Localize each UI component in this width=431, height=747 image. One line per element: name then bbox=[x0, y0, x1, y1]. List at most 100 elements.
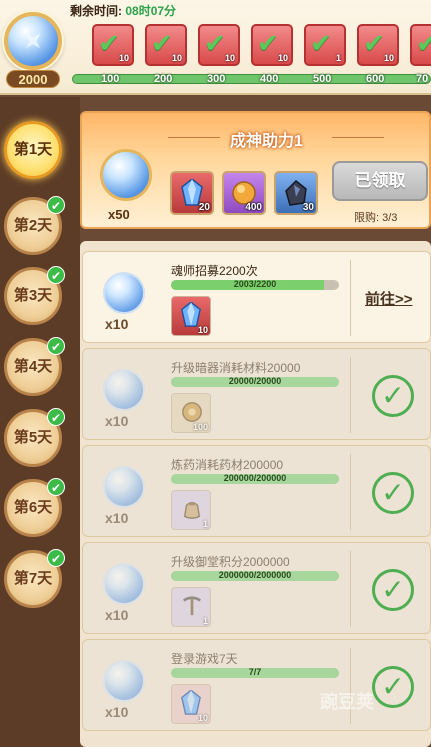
task-progress-bar: 200000/200000 bbox=[171, 474, 339, 484]
progress-text: 20000/20000 bbox=[228, 377, 282, 386]
milestone-bar: 剩余时间: 08时07分 2000 ✔ 10 ✔ 10 ✔ 10 ✔ 10 ✔ … bbox=[0, 0, 431, 95]
milestone-reward-1[interactable]: ✔ 10 bbox=[92, 24, 134, 66]
milestone-count: 10 bbox=[118, 53, 129, 63]
reward-multiplier: x10 bbox=[105, 704, 129, 720]
day-label: 第5天 bbox=[13, 429, 53, 446]
reward-dark-ore[interactable]: 30 bbox=[274, 171, 318, 215]
milestone-reward-4[interactable]: ✔ 10 bbox=[251, 24, 293, 66]
herb-pouch-icon bbox=[183, 501, 201, 519]
day-label: 第6天 bbox=[13, 499, 53, 516]
milestone-reward-2[interactable]: ✔ 10 bbox=[145, 24, 187, 66]
milestone-reward-3[interactable]: ✔ 10 bbox=[198, 24, 240, 66]
task-title: 升级御堂积分2000000 bbox=[171, 555, 290, 569]
pickaxe-icon bbox=[182, 596, 202, 616]
day-label: 第7天 bbox=[13, 570, 53, 587]
check-icon: ✔ bbox=[47, 478, 65, 496]
task-progress-bar: 7/7 bbox=[171, 668, 339, 678]
day-label: 第1天 bbox=[13, 141, 53, 158]
purchase-limit: 限购: 3/3 bbox=[354, 212, 398, 224]
milestone-label: 70 bbox=[416, 73, 429, 85]
task-reward-item[interactable]: 1 bbox=[171, 490, 211, 530]
item-amount: 1 bbox=[202, 519, 208, 529]
task-row: x10 炼药消耗药材200000 200000/200000 1 ✓ bbox=[82, 445, 431, 537]
check-icon: ✔ bbox=[47, 266, 65, 284]
soul-coin-icon bbox=[103, 466, 145, 508]
claimed-button[interactable]: 已领取 bbox=[332, 161, 428, 201]
milestone-label: 500 bbox=[313, 73, 332, 85]
soul-coin-icon bbox=[103, 563, 145, 605]
task-row: x10 升级御堂积分2000000 2000000/2000000 1 ✓ bbox=[82, 542, 431, 634]
tab-day-6[interactable]: 第6天 ✔ bbox=[4, 478, 65, 537]
coin-count: x50 bbox=[108, 207, 130, 222]
tab-day-4[interactable]: 第4天 ✔ bbox=[4, 337, 65, 396]
completed-check-icon: ✓ bbox=[372, 666, 414, 708]
check-icon: ✔ bbox=[47, 408, 65, 426]
timer-label: 剩余时间: bbox=[70, 4, 122, 18]
soul-coin-icon bbox=[4, 12, 62, 70]
day-label: 第2天 bbox=[13, 217, 53, 234]
reward-amount: 400 bbox=[245, 202, 262, 213]
task-reward-item[interactable]: 10 bbox=[171, 296, 211, 336]
tab-day-5[interactable]: 第5天 ✔ bbox=[4, 408, 65, 467]
bundle-title: 成神助力1 bbox=[230, 133, 303, 150]
day-label: 第4天 bbox=[13, 358, 53, 375]
progress-text: 7/7 bbox=[248, 668, 262, 677]
soul-coin-icon bbox=[100, 149, 152, 201]
completed-check-icon: ✓ bbox=[372, 375, 414, 417]
reward-amount: 30 bbox=[302, 202, 314, 213]
divider bbox=[350, 260, 351, 336]
soul-coin-icon bbox=[103, 272, 145, 314]
progress-text: 200000/200000 bbox=[223, 474, 287, 483]
task-row: x10 升级暗器消耗材料20000 20000/20000 100 ✓ bbox=[82, 348, 431, 440]
milestone-reward-5[interactable]: ✔ 1 bbox=[304, 24, 346, 66]
tab-day-3[interactable]: 第3天 ✔ bbox=[4, 266, 65, 325]
bundle-card: 成神助力1 x50 20 400 30 已领取 限购: 3/3 bbox=[80, 111, 431, 229]
check-icon: ✔ bbox=[47, 196, 65, 214]
title-divider bbox=[168, 137, 220, 138]
milestone-reward-7[interactable]: ✔ bbox=[410, 24, 431, 66]
tab-day-2[interactable]: 第2天 ✔ bbox=[4, 196, 65, 255]
title-divider bbox=[332, 137, 384, 138]
soul-coin-icon bbox=[103, 369, 145, 411]
task-title: 炼药消耗药材200000 bbox=[171, 458, 284, 472]
goto-button[interactable]: 前往>> bbox=[365, 288, 413, 309]
timer-value: 08时07分 bbox=[125, 4, 177, 18]
milestone-count: 10 bbox=[383, 53, 394, 63]
tab-day-1[interactable]: 第1天 bbox=[4, 121, 62, 179]
milestone-count: 10 bbox=[277, 53, 288, 63]
tab-day-7[interactable]: 第7天 ✔ bbox=[4, 549, 65, 608]
check-icon: ✔ bbox=[47, 337, 65, 355]
milestone-label: 400 bbox=[260, 73, 279, 85]
task-progress-bar: 2003/2200 bbox=[171, 280, 339, 290]
reward-multiplier: x10 bbox=[105, 316, 129, 332]
task-progress-bar: 2000000/2000000 bbox=[171, 571, 339, 581]
reward-amber-orb[interactable]: 400 bbox=[222, 171, 266, 215]
reward-crystal[interactable]: 20 bbox=[170, 171, 214, 215]
progress-text: 2003/2200 bbox=[233, 280, 277, 289]
milestone-count: 10 bbox=[224, 53, 235, 63]
task-row: x10 魂师招募2200次 2003/2200 10 前往>> bbox=[82, 251, 431, 343]
milestone-label: 300 bbox=[207, 73, 226, 85]
item-amount: 10 bbox=[197, 713, 208, 723]
task-title: 魂师招募2200次 bbox=[171, 264, 258, 278]
milestone-label: 100 bbox=[101, 73, 120, 85]
milestone-reward-6[interactable]: ✔ 10 bbox=[357, 24, 399, 66]
day-content: 成神助力1 x50 20 400 30 已领取 限购: 3/3 x10 魂师招募… bbox=[80, 107, 431, 747]
check-icon: ✔ bbox=[416, 30, 431, 56]
milestone-label: 200 bbox=[154, 73, 173, 85]
day-tabs: 第1天 第2天 ✔ 第3天 ✔ 第4天 ✔ 第5天 ✔ 第6天 ✔ 第7天 ✔ bbox=[0, 97, 80, 747]
day-label: 第3天 bbox=[13, 287, 53, 304]
remaining-time: 剩余时间: 08时07分 bbox=[70, 2, 176, 19]
reward-multiplier: x10 bbox=[105, 607, 129, 623]
task-reward-item[interactable]: 100 bbox=[171, 393, 211, 433]
soul-coin-icon bbox=[103, 660, 145, 702]
check-icon: ✔ bbox=[47, 549, 65, 567]
task-list: x10 魂师招募2200次 2003/2200 10 前往>> x10 升级暗器… bbox=[80, 241, 431, 747]
task-reward-item[interactable]: 10 bbox=[171, 684, 211, 724]
divider bbox=[350, 357, 351, 433]
progress-text: 2000000/2000000 bbox=[218, 571, 292, 580]
coin-total: 2000 bbox=[6, 70, 60, 88]
task-title: 升级暗器消耗材料20000 bbox=[171, 361, 301, 375]
task-reward-item[interactable]: 1 bbox=[171, 587, 211, 627]
task-row: x10 登录游戏7天 7/7 10 ✓ bbox=[82, 639, 431, 731]
